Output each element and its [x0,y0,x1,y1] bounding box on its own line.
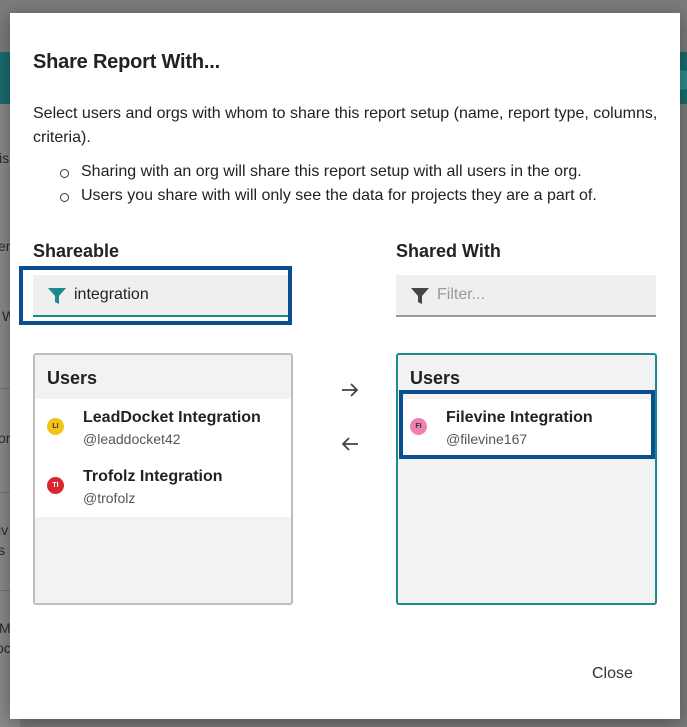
arrow-right-icon[interactable] [339,379,361,401]
user-handle: @trofolz [83,490,136,506]
shareable-list-header: Users [47,368,98,388]
user-handle: @leaddocket42 [83,431,181,447]
dialog-title: Share Report With... [33,51,220,73]
background-text: s [0,542,5,558]
user-item-trofolz-integration[interactable]: TI Trofolz Integration @trofolz [35,458,291,517]
avatar: LI [47,418,64,435]
share-report-dialog: Share Report With... Select users and or… [10,13,680,719]
focus-highlight-frame [19,266,292,325]
background-text: or [0,430,11,446]
background-text: is [0,150,10,166]
info-bullet: Sharing with an org will share this repo… [60,160,670,184]
user-item-leaddocket-integration[interactable]: LI LeadDocket Integration @leaddocket42 [35,399,291,458]
shareable-users-list: Users LI LeadDocket Integration @leaddoc… [33,353,293,605]
shareable-list-body: LI LeadDocket Integration @leaddocket42 … [35,399,291,517]
user-name: LeadDocket Integration [83,409,261,426]
shared-with-list-header: Users [410,368,461,388]
shared-with-filter-input[interactable]: Filter... [396,275,656,317]
shared-with-filter-placeholder: Filter... [437,286,486,303]
background-text: er [0,238,11,254]
close-button[interactable]: Close [584,661,641,687]
info-bullet-list: Sharing with an org will share this repo… [60,160,670,208]
selection-highlight-frame [399,390,655,459]
shareable-heading: Shareable [33,241,120,261]
dialog-description: Select users and orgs with whom to share… [33,105,658,146]
filter-icon [411,288,429,304]
shared-with-heading: Shared With [396,241,501,261]
info-bullet: Users you share with will only see the d… [60,184,670,208]
avatar: TI [47,477,64,494]
user-name: Trofolz Integration [83,468,223,485]
background-text: iv [0,522,9,538]
arrow-left-icon[interactable] [339,433,361,455]
